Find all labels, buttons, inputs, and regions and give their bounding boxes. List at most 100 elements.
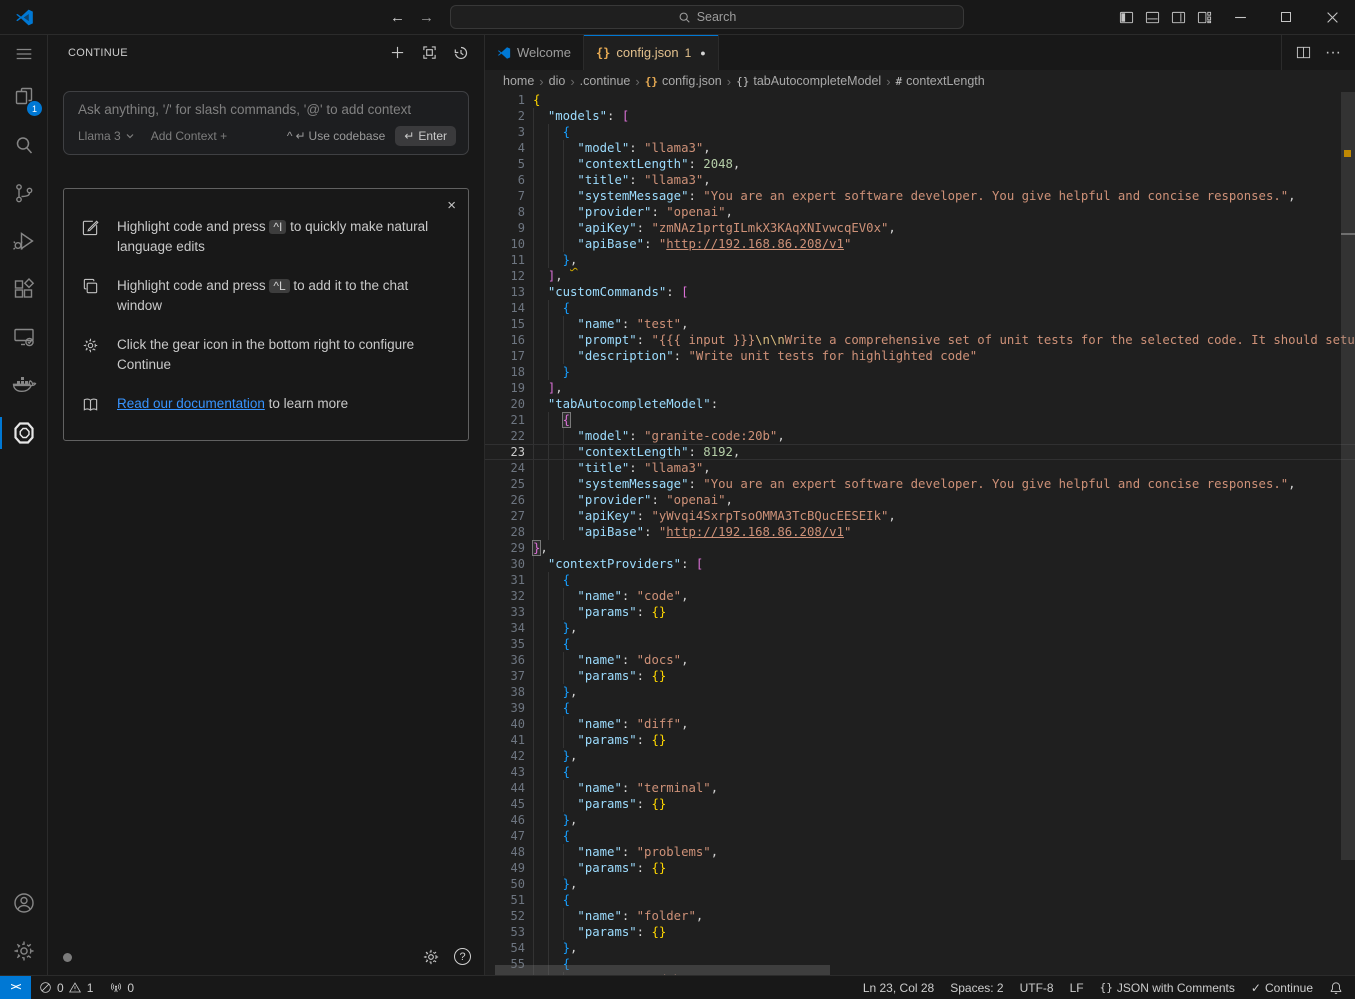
model-select[interactable]: Llama 3 bbox=[78, 129, 135, 143]
sidebar-item-continue[interactable] bbox=[0, 409, 47, 457]
code-line[interactable]: 17 "description": "Write unit tests for … bbox=[485, 348, 1355, 364]
code-line[interactable]: 49 "params": {} bbox=[485, 860, 1355, 876]
code-line[interactable]: 10 "apiBase": "http://192.168.86.208/v1" bbox=[485, 236, 1355, 252]
help-icon[interactable]: ? bbox=[454, 948, 471, 965]
tab-welcome[interactable]: Welcome bbox=[485, 35, 584, 70]
code-line[interactable]: 48 "name": "problems", bbox=[485, 844, 1355, 860]
code-line[interactable]: 40 "name": "diff", bbox=[485, 716, 1355, 732]
eol-status[interactable]: LF bbox=[1062, 976, 1092, 999]
new-session-icon[interactable] bbox=[386, 42, 408, 64]
add-context-button[interactable]: Add Context + bbox=[151, 129, 227, 143]
code-line[interactable]: 41 "params": {} bbox=[485, 732, 1355, 748]
code-line[interactable]: 27 "apiKey": "yWvqi4SxrpTsoOMMA3TcBQucEE… bbox=[485, 508, 1355, 524]
enter-button[interactable]: ↵ Enter bbox=[395, 126, 456, 146]
notifications-bell[interactable] bbox=[1321, 976, 1355, 999]
modified-dot-icon[interactable]: ● bbox=[700, 48, 705, 58]
code-line[interactable]: 31 { bbox=[485, 572, 1355, 588]
code-line[interactable]: 23 "contextLength": 8192, bbox=[485, 444, 1355, 460]
code-line[interactable]: 3 { bbox=[485, 124, 1355, 140]
code-line[interactable]: 47 { bbox=[485, 828, 1355, 844]
code-line[interactable]: 45 "params": {} bbox=[485, 796, 1355, 812]
code-line[interactable]: 19 ], bbox=[485, 380, 1355, 396]
code-line[interactable]: 43 { bbox=[485, 764, 1355, 780]
maximize-button[interactable] bbox=[1263, 0, 1309, 35]
code-line[interactable]: 28 "apiBase": "http://192.168.86.208/v1" bbox=[485, 524, 1355, 540]
code-line[interactable]: 44 "name": "terminal", bbox=[485, 780, 1355, 796]
settings-gear-icon[interactable] bbox=[0, 927, 47, 975]
scrollbar-thumb[interactable] bbox=[1341, 92, 1355, 860]
cursor-position-status[interactable]: Ln 23, Col 28 bbox=[855, 976, 942, 999]
sidebar-item-source-control[interactable] bbox=[0, 169, 47, 217]
horizontal-scrollbar[interactable] bbox=[495, 965, 830, 975]
code-line[interactable]: 8 "provider": "openai", bbox=[485, 204, 1355, 220]
breadcrumb-item[interactable]: dio bbox=[549, 74, 566, 88]
code-line[interactable]: 1{ bbox=[485, 92, 1355, 108]
code-area[interactable]: 1{2 "models": [3 {4 "model": "llama3",5 … bbox=[485, 92, 1355, 975]
problems-status[interactable]: 0 1 bbox=[31, 976, 101, 999]
split-editor-icon[interactable] bbox=[1296, 45, 1311, 60]
code-line[interactable]: 13 "customCommands": [ bbox=[485, 284, 1355, 300]
language-mode-status[interactable]: {} JSON with Comments bbox=[1092, 976, 1243, 999]
toggle-panel-icon[interactable] bbox=[1139, 0, 1165, 35]
code-line[interactable]: 12 ], bbox=[485, 268, 1355, 284]
code-line[interactable]: 46 }, bbox=[485, 812, 1355, 828]
code-line[interactable]: 25 "systemMessage": "You are an expert s… bbox=[485, 476, 1355, 492]
code-line[interactable]: 37 "params": {} bbox=[485, 668, 1355, 684]
nav-back-icon[interactable]: ← bbox=[390, 9, 405, 26]
breadcrumb-item[interactable]: .continue bbox=[580, 74, 631, 88]
toggle-secondary-sidebar-icon[interactable] bbox=[1165, 0, 1191, 35]
code-line[interactable]: 51 { bbox=[485, 892, 1355, 908]
chat-input[interactable]: Ask anything, '/' for slash commands, '@… bbox=[63, 91, 469, 155]
code-line[interactable]: 32 "name": "code", bbox=[485, 588, 1355, 604]
code-line[interactable]: 5 "contextLength": 2048, bbox=[485, 156, 1355, 172]
menu-icon[interactable] bbox=[0, 35, 47, 73]
code-line[interactable]: 21 { bbox=[485, 412, 1355, 428]
code-line[interactable]: 35 { bbox=[485, 636, 1355, 652]
code-line[interactable]: 14 { bbox=[485, 300, 1355, 316]
minimize-button[interactable] bbox=[1217, 0, 1263, 35]
search-input[interactable]: Search bbox=[450, 5, 964, 29]
remote-indicator[interactable]: >< bbox=[0, 976, 31, 999]
code-line[interactable]: 53 "params": {} bbox=[485, 924, 1355, 940]
breadcrumb-item[interactable]: #contextLength bbox=[896, 74, 985, 88]
sidebar-item-explorer[interactable]: 1 bbox=[0, 73, 47, 121]
breadcrumb-item[interactable]: {}tabAutocompleteModel bbox=[736, 74, 881, 88]
history-icon[interactable] bbox=[450, 42, 472, 64]
code-line[interactable]: 7 "systemMessage": "You are an expert so… bbox=[485, 188, 1355, 204]
sidebar-item-search[interactable] bbox=[0, 121, 47, 169]
code-line[interactable]: 50 }, bbox=[485, 876, 1355, 892]
code-line[interactable]: 18 } bbox=[485, 364, 1355, 380]
code-line[interactable]: 34 }, bbox=[485, 620, 1355, 636]
tab-config-json[interactable]: {} config.json 1 ● bbox=[584, 35, 719, 70]
code-line[interactable]: 36 "name": "docs", bbox=[485, 652, 1355, 668]
code-line[interactable]: 33 "params": {} bbox=[485, 604, 1355, 620]
code-line[interactable]: 6 "title": "llama3", bbox=[485, 172, 1355, 188]
encoding-status[interactable]: UTF-8 bbox=[1012, 976, 1062, 999]
indentation-status[interactable]: Spaces: 2 bbox=[942, 976, 1011, 999]
continue-status[interactable]: ✓ Continue bbox=[1243, 976, 1321, 999]
code-line[interactable]: 24 "title": "llama3", bbox=[485, 460, 1355, 476]
code-line[interactable]: 38 }, bbox=[485, 684, 1355, 700]
code-line[interactable]: 4 "model": "llama3", bbox=[485, 140, 1355, 156]
code-line[interactable]: 29}, bbox=[485, 540, 1355, 556]
account-icon[interactable] bbox=[0, 879, 47, 927]
toggle-primary-sidebar-icon[interactable] bbox=[1113, 0, 1139, 35]
customize-layout-icon[interactable] bbox=[1191, 0, 1217, 35]
code-line[interactable]: 26 "provider": "openai", bbox=[485, 492, 1355, 508]
code-line[interactable]: 16 "prompt": "{{{ input }}}\n\nWrite a c… bbox=[485, 332, 1355, 348]
code-line[interactable]: 20 "tabAutocompleteModel": bbox=[485, 396, 1355, 412]
code-line[interactable]: 22 "model": "granite-code:20b", bbox=[485, 428, 1355, 444]
sidebar-item-remote-explorer[interactable] bbox=[0, 313, 47, 361]
code-line[interactable]: 39 { bbox=[485, 700, 1355, 716]
breadcrumb-item[interactable]: home bbox=[503, 74, 534, 88]
code-line[interactable]: 15 "name": "test", bbox=[485, 316, 1355, 332]
sidebar-item-run-and-debug[interactable] bbox=[0, 217, 47, 265]
configure-gear-icon[interactable] bbox=[422, 948, 440, 966]
code-line[interactable]: 11 }, bbox=[485, 252, 1355, 268]
nav-forward-icon[interactable]: → bbox=[419, 9, 434, 26]
fullscreen-icon[interactable] bbox=[418, 42, 440, 64]
code-line[interactable]: 54 }, bbox=[485, 940, 1355, 956]
breadcrumb-item[interactable]: {}config.json bbox=[645, 74, 722, 88]
more-actions-icon[interactable]: ··· bbox=[1325, 44, 1341, 62]
ports-status[interactable]: 0 bbox=[101, 976, 142, 999]
